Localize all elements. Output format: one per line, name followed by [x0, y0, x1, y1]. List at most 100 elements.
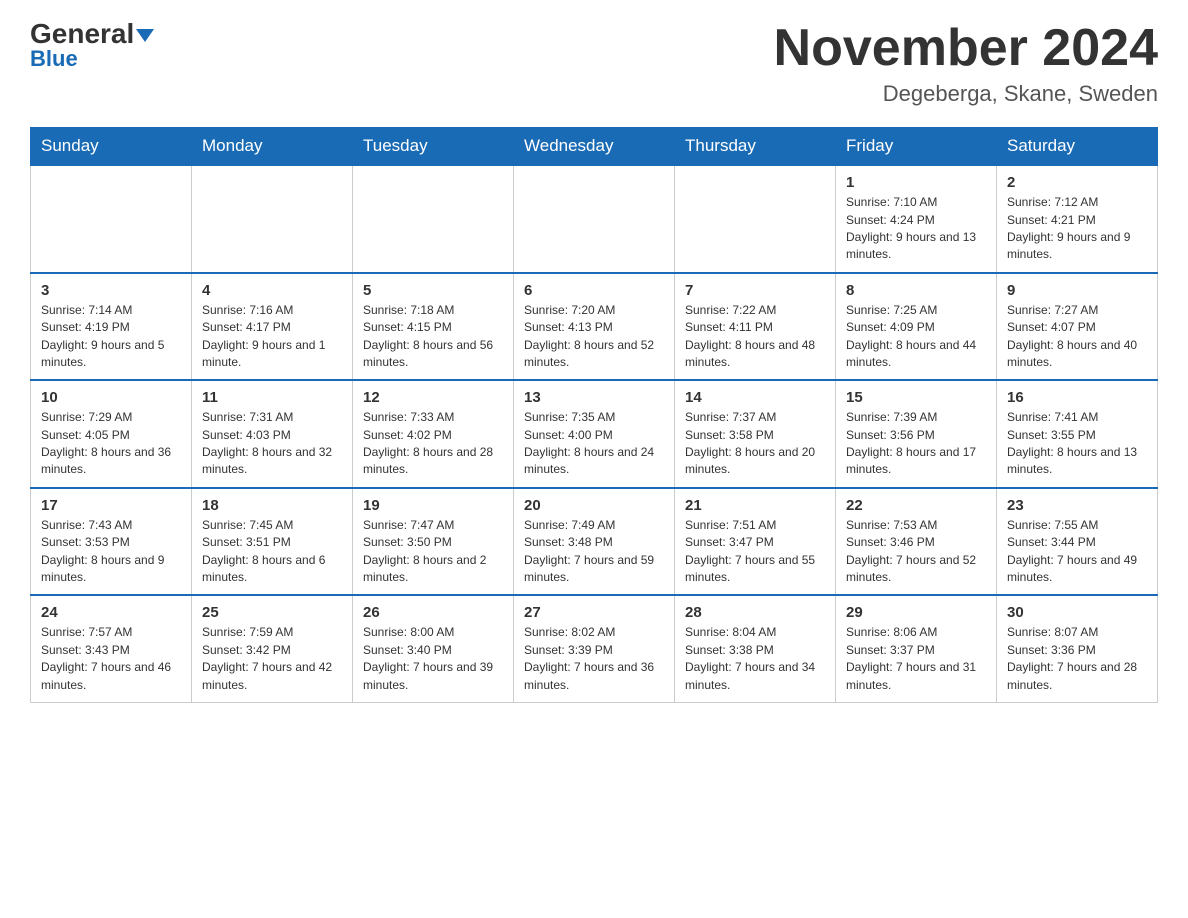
day-number: 7 [685, 282, 825, 299]
day-info: Sunrise: 7:59 AMSunset: 3:42 PMDaylight:… [202, 624, 342, 694]
day-number: 15 [846, 389, 986, 406]
week-row-4: 24 Sunrise: 7:57 AMSunset: 3:43 PMDayligh… [31, 595, 1158, 702]
calendar-cell: 24 Sunrise: 7:57 AMSunset: 3:43 PMDayligh… [31, 595, 192, 702]
calendar-cell: 15 Sunrise: 7:39 AMSunset: 3:56 PMDayligh… [836, 380, 997, 488]
calendar-cell [192, 165, 353, 273]
calendar-cell: 20Sunrise: 7:49 AMSunset: 3:48 PMDayligh… [514, 488, 675, 596]
week-row-0: 1 Sunrise: 7:10 AMSunset: 4:24 PMDaylight… [31, 165, 1158, 273]
day-number: 10 [41, 389, 181, 406]
day-number: 12 [363, 389, 503, 406]
calendar-cell: 17 Sunrise: 7:43 AMSunset: 3:53 PMDayligh… [31, 488, 192, 596]
day-info: Sunrise: 8:02 AMSunset: 3:39 PMDaylight:… [524, 624, 664, 694]
day-number: 25 [202, 604, 342, 621]
calendar-cell: 2 Sunrise: 7:12 AMSunset: 4:21 PMDaylight… [997, 165, 1158, 273]
day-info: Sunrise: 8:00 AMSunset: 3:40 PMDaylight:… [363, 624, 503, 694]
day-info: Sunrise: 7:57 AMSunset: 3:43 PMDaylight:… [41, 624, 181, 694]
col-wednesday: Wednesday [514, 128, 675, 166]
calendar-cell: 10Sunrise: 7:29 AMSunset: 4:05 PMDayligh… [31, 380, 192, 488]
calendar-table: Sunday Monday Tuesday Wednesday Thursday… [30, 127, 1158, 703]
month-title: November 2024 [774, 20, 1158, 77]
day-info: Sunrise: 7:39 AMSunset: 3:56 PMDaylight:… [846, 409, 986, 479]
day-info: Sunrise: 7:43 AMSunset: 3:53 PMDaylight:… [41, 517, 181, 587]
calendar-cell: 12 Sunrise: 7:33 AMSunset: 4:02 PMDayligh… [353, 380, 514, 488]
calendar-cell [353, 165, 514, 273]
day-number: 29 [846, 604, 986, 621]
day-number: 11 [202, 389, 342, 406]
week-row-3: 17 Sunrise: 7:43 AMSunset: 3:53 PMDayligh… [31, 488, 1158, 596]
calendar-cell: 27 Sunrise: 8:02 AMSunset: 3:39 PMDayligh… [514, 595, 675, 702]
col-sunday: Sunday [31, 128, 192, 166]
day-info: Sunrise: 7:14 AMSunset: 4:19 PMDaylight:… [41, 302, 181, 372]
day-number: 21 [685, 497, 825, 514]
calendar-cell: 1 Sunrise: 7:10 AMSunset: 4:24 PMDaylight… [836, 165, 997, 273]
calendar-cell [675, 165, 836, 273]
day-info: Sunrise: 7:16 AMSunset: 4:17 PMDaylight:… [202, 302, 342, 372]
calendar-cell: 13 Sunrise: 7:35 AMSunset: 4:00 PMDayligh… [514, 380, 675, 488]
calendar-cell: 4 Sunrise: 7:16 AMSunset: 4:17 PMDaylight… [192, 273, 353, 381]
day-info: Sunrise: 7:25 AMSunset: 4:09 PMDaylight:… [846, 302, 986, 372]
day-info: Sunrise: 7:51 AMSunset: 3:47 PMDaylight:… [685, 517, 825, 587]
logo-blue-text: Blue [30, 46, 78, 72]
day-number: 8 [846, 282, 986, 299]
day-number: 5 [363, 282, 503, 299]
day-number: 6 [524, 282, 664, 299]
calendar-cell: 16Sunrise: 7:41 AMSunset: 3:55 PMDayligh… [997, 380, 1158, 488]
day-info: Sunrise: 7:49 AMSunset: 3:48 PMDaylight:… [524, 517, 664, 587]
calendar-cell: 8 Sunrise: 7:25 AMSunset: 4:09 PMDaylight… [836, 273, 997, 381]
day-number: 22 [846, 497, 986, 514]
day-info: Sunrise: 7:20 AMSunset: 4:13 PMDaylight:… [524, 302, 664, 372]
page-header: General Blue November 2024 Degeberga, Sk… [30, 20, 1158, 107]
calendar-cell: 29Sunrise: 8:06 AMSunset: 3:37 PMDayligh… [836, 595, 997, 702]
location: Degeberga, Skane, Sweden [774, 81, 1158, 107]
day-number: 19 [363, 497, 503, 514]
calendar-cell: 18Sunrise: 7:45 AMSunset: 3:51 PMDayligh… [192, 488, 353, 596]
day-number: 16 [1007, 389, 1147, 406]
calendar-cell: 28 Sunrise: 8:04 AMSunset: 3:38 PMDayligh… [675, 595, 836, 702]
day-info: Sunrise: 7:35 AMSunset: 4:00 PMDaylight:… [524, 409, 664, 479]
col-tuesday: Tuesday [353, 128, 514, 166]
logo-general-text: General [30, 20, 154, 48]
calendar-cell: 26 Sunrise: 8:00 AMSunset: 3:40 PMDayligh… [353, 595, 514, 702]
day-number: 14 [685, 389, 825, 406]
day-info: Sunrise: 8:04 AMSunset: 3:38 PMDaylight:… [685, 624, 825, 694]
day-info: Sunrise: 7:27 AMSunset: 4:07 PMDaylight:… [1007, 302, 1147, 372]
day-number: 26 [363, 604, 503, 621]
day-number: 2 [1007, 174, 1147, 191]
calendar-cell: 14Sunrise: 7:37 AMSunset: 3:58 PMDayligh… [675, 380, 836, 488]
day-number: 13 [524, 389, 664, 406]
calendar-cell: 23 Sunrise: 7:55 AMSunset: 3:44 PMDayligh… [997, 488, 1158, 596]
day-info: Sunrise: 7:18 AMSunset: 4:15 PMDaylight:… [363, 302, 503, 372]
day-info: Sunrise: 7:33 AMSunset: 4:02 PMDaylight:… [363, 409, 503, 479]
calendar-cell: 5 Sunrise: 7:18 AMSunset: 4:15 PMDaylight… [353, 273, 514, 381]
day-info: Sunrise: 7:45 AMSunset: 3:51 PMDaylight:… [202, 517, 342, 587]
week-row-2: 10Sunrise: 7:29 AMSunset: 4:05 PMDayligh… [31, 380, 1158, 488]
day-number: 1 [846, 174, 986, 191]
calendar-header-row: Sunday Monday Tuesday Wednesday Thursday… [31, 128, 1158, 166]
col-monday: Monday [192, 128, 353, 166]
calendar-cell [514, 165, 675, 273]
day-number: 17 [41, 497, 181, 514]
calendar-cell: 21 Sunrise: 7:51 AMSunset: 3:47 PMDayligh… [675, 488, 836, 596]
calendar-cell: 22Sunrise: 7:53 AMSunset: 3:46 PMDayligh… [836, 488, 997, 596]
day-number: 3 [41, 282, 181, 299]
day-number: 28 [685, 604, 825, 621]
day-info: Sunrise: 7:12 AMSunset: 4:21 PMDaylight:… [1007, 194, 1147, 264]
week-row-1: 3 Sunrise: 7:14 AMSunset: 4:19 PMDaylight… [31, 273, 1158, 381]
day-number: 24 [41, 604, 181, 621]
calendar-cell [31, 165, 192, 273]
logo: General Blue [30, 20, 154, 72]
calendar-cell: 11 Sunrise: 7:31 AMSunset: 4:03 PMDayligh… [192, 380, 353, 488]
calendar-cell: 30 Sunrise: 8:07 AMSunset: 3:36 PMDayligh… [997, 595, 1158, 702]
day-info: Sunrise: 7:10 AMSunset: 4:24 PMDaylight:… [846, 194, 986, 264]
calendar-cell: 25 Sunrise: 7:59 AMSunset: 3:42 PMDayligh… [192, 595, 353, 702]
day-info: Sunrise: 7:31 AMSunset: 4:03 PMDaylight:… [202, 409, 342, 479]
day-number: 23 [1007, 497, 1147, 514]
day-number: 4 [202, 282, 342, 299]
day-info: Sunrise: 7:55 AMSunset: 3:44 PMDaylight:… [1007, 517, 1147, 587]
day-number: 30 [1007, 604, 1147, 621]
calendar-cell: 9Sunrise: 7:27 AMSunset: 4:07 PMDaylight… [997, 273, 1158, 381]
col-thursday: Thursday [675, 128, 836, 166]
col-saturday: Saturday [997, 128, 1158, 166]
day-info: Sunrise: 8:07 AMSunset: 3:36 PMDaylight:… [1007, 624, 1147, 694]
day-number: 27 [524, 604, 664, 621]
